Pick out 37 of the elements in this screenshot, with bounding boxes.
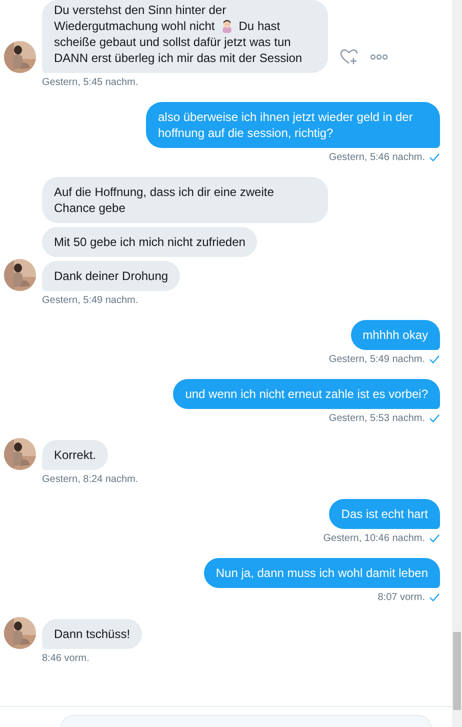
message-text: Dann tschüss! xyxy=(54,626,130,642)
message-time: Gestern, 5:45 nachm. xyxy=(42,77,138,88)
message-text: Korrekt. xyxy=(54,447,96,463)
message-time: Gestern, 5:53 nachm. xyxy=(328,413,425,424)
avatar[interactable] xyxy=(4,438,36,470)
check-icon xyxy=(429,534,440,543)
message-text: Nun ja, dann muss ich wohl damit leben xyxy=(216,565,428,581)
message-time: Gestern, 5:46 nachm. xyxy=(328,152,425,163)
message-text: Du verstehst den Sinn hinter der xyxy=(54,2,226,18)
scrollbar-thumb[interactable] xyxy=(453,632,461,710)
facepalm-icon xyxy=(220,19,234,33)
message-time: Gestern, 8:24 nachm. xyxy=(42,474,138,485)
message-text: Du hast xyxy=(238,18,280,34)
message-text: also überweise ich ihnen jetzt wieder geld in der hoffnung auf die session, richtig? xyxy=(158,109,414,141)
message-text: Wiedergutmachung wohl nicht xyxy=(54,18,215,34)
avatar[interactable] xyxy=(4,41,36,73)
message-text: scheiße gebaut und sollst dafür jetzt was tun DANN erst überleg ich mir das mit der Session xyxy=(54,34,304,66)
message-time: Gestern, 5:49 nachm. xyxy=(42,295,138,306)
check-icon xyxy=(429,593,440,602)
message-text: Mit 50 gebe ich mich nicht zufrieden xyxy=(54,234,246,250)
message-text: Das ist echt hart xyxy=(341,506,428,522)
message-text: Auf die Hoffnung, dass ich dir eine zweite Chance gebe xyxy=(54,184,275,216)
message-text: Dank deiner Drohung xyxy=(54,268,168,284)
heart-add-icon[interactable] xyxy=(340,49,358,65)
message-text: mhhhh okay xyxy=(362,327,428,343)
message-time: 8:46 vorm. xyxy=(42,653,90,664)
message-time: Gestern, 10:46 nachm. xyxy=(323,533,425,544)
avatar[interactable] xyxy=(4,259,36,291)
more-icon[interactable] xyxy=(370,54,388,60)
scrollbar[interactable] xyxy=(452,0,462,727)
check-icon xyxy=(429,414,440,423)
message-text: und wenn ich nicht erneut zahle ist es vorbei? xyxy=(185,386,428,402)
avatar[interactable] xyxy=(4,617,36,649)
check-icon xyxy=(429,153,440,162)
check-icon xyxy=(429,355,440,364)
message-time: 8:07 vorm. xyxy=(378,592,425,603)
message-time: Gestern, 5:49 nachm. xyxy=(328,354,425,365)
